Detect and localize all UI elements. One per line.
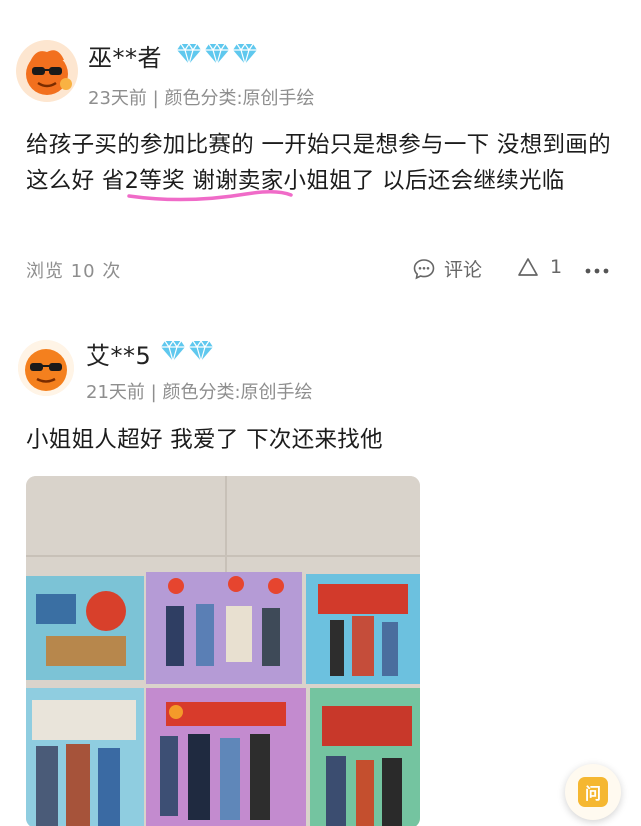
variant-label: 颜色分类:原创手绘 (162, 382, 313, 403)
review-meta: 21天前 | 颜色分类:原创手绘 (86, 378, 313, 404)
username: 巫**者 (88, 44, 162, 72)
more-options-icon[interactable] (584, 261, 610, 281)
variant-label: 颜色分类:原创手绘 (164, 88, 315, 109)
ask-icon: 问 (578, 777, 608, 807)
diamond-icon (205, 43, 229, 65)
like-count: 1 (550, 256, 563, 278)
meta-separator: | (152, 88, 159, 109)
review-text: 小姐姐人超好 我爱了 下次还来找他 (26, 427, 383, 453)
comment-label: 评论 (444, 259, 483, 281)
member-badges (160, 340, 214, 362)
diamond-icon (189, 340, 213, 362)
diamond-icon (233, 43, 257, 65)
meta-separator: | (150, 382, 157, 403)
paintings-photo-image (26, 476, 420, 826)
comment-button[interactable]: 评论 (412, 255, 482, 282)
review-text: 给孩子买的参加比赛的 一开始只是想参与一下 没想到画的这么好 省2等奖 谢谢卖家… (26, 132, 611, 194)
diamond-icon (177, 43, 201, 65)
review-date: 23天前 (88, 88, 147, 109)
sunglasses-emoji-avatar-icon (18, 340, 74, 396)
member-badges (176, 43, 258, 65)
user-avatar[interactable] (16, 40, 78, 102)
diamond-icon (161, 340, 185, 362)
review-meta: 23天前 | 颜色分类:原创手绘 (88, 84, 315, 110)
user-avatar[interactable] (18, 340, 74, 396)
like-button[interactable]: 1 (516, 255, 562, 279)
username: 艾**5 (86, 342, 152, 370)
ask-question-button[interactable]: 问 (565, 764, 621, 820)
review-stats: 浏览 10 次 评论 1 (26, 255, 616, 287)
view-count: 浏览 10 次 (26, 261, 122, 282)
sunglasses-emoji-avatar-icon (16, 40, 78, 102)
review-date: 21天前 (86, 382, 145, 403)
review-photo[interactable] (26, 476, 420, 826)
comment-icon (413, 258, 435, 279)
triangle-like-icon (518, 258, 538, 276)
